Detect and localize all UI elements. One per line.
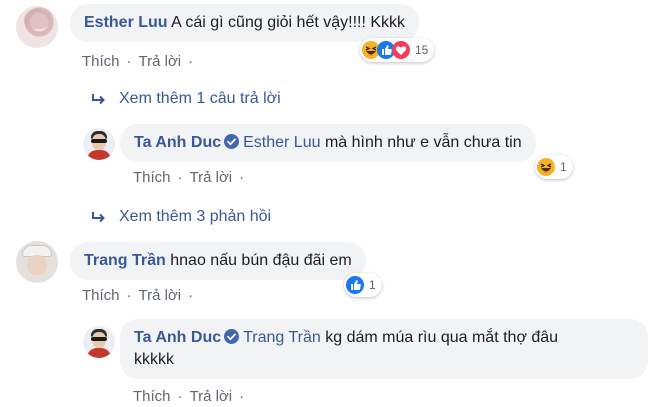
like-link[interactable]: Thích [133, 169, 171, 187]
like-link[interactable]: Thích [82, 53, 120, 71]
reply-link[interactable]: Trả lời [139, 287, 182, 305]
separator-dot: · [188, 53, 194, 70]
comment-actions: Thích · Trả lời · [82, 287, 200, 305]
reaction-count: 1 [369, 278, 376, 292]
reply-link[interactable]: Trả lời [190, 169, 233, 187]
like-link[interactable]: Thích [133, 388, 171, 406]
reply-actions: Thích · Trả lời · [133, 169, 251, 187]
reply-arrow-icon [92, 211, 105, 223]
tagged-user[interactable]: Trang Trần [243, 329, 321, 346]
comment-author[interactable]: Esther Luu [84, 14, 168, 31]
separator-dot: · [188, 287, 194, 304]
reply-bubble-ta-anh-duc: Ta Anh Duc Esther Luu mà hình như e vẫn c… [120, 124, 536, 162]
verified-badge-icon [224, 134, 240, 149]
separator-dot: · [239, 169, 245, 186]
reply-bubble-ta-anh-duc: Ta Anh Duc Trang Trần kg dám múa rìu qua … [120, 319, 648, 379]
reply-link[interactable]: Trả lời [190, 388, 233, 406]
reply-link[interactable]: Trả lời [139, 53, 182, 71]
avatar-trang-tran[interactable] [16, 241, 58, 283]
comment-bubble-trang: Trang Trần hnao nấu bún đậu đãi em [70, 242, 366, 280]
separator-dot: · [126, 287, 132, 304]
reply-arrow-icon [92, 93, 105, 105]
reactions-summary[interactable]: 1 [344, 273, 382, 297]
love-icon [392, 41, 410, 59]
reaction-count: 1 [560, 160, 567, 174]
verified-badge-icon [224, 329, 240, 344]
reaction-count: 15 [415, 43, 429, 57]
separator-dot: · [239, 388, 245, 405]
like-link[interactable]: Thích [82, 287, 120, 305]
avatar-ta-anh-duc[interactable] [83, 128, 115, 160]
separator-dot: · [126, 53, 132, 70]
see-more-replies[interactable]: Xem thêm 1 câu trả lời [91, 89, 281, 109]
avatar-esther-luu[interactable] [16, 6, 58, 48]
see-more-label: Xem thêm 1 câu trả lời [119, 90, 281, 107]
reply-author[interactable]: Ta Anh Duc [134, 329, 221, 346]
comment-text: hnao nấu bún đậu đãi em [170, 252, 352, 269]
separator-dot: · [177, 169, 183, 186]
reply-text: kg dám múa rìu qua mắt thợ đâu [325, 329, 559, 346]
reply-actions: Thích · Trả lời · [133, 388, 251, 406]
avatar-ta-anh-duc[interactable] [83, 326, 115, 358]
reply-author[interactable]: Ta Anh Duc [134, 134, 221, 151]
separator-dot: · [177, 388, 183, 405]
comment-bubble-esther: Esther Luu A cái gì cũng giỏi hết vậy!!!… [70, 4, 420, 42]
reply-reactions[interactable]: 1 [535, 155, 573, 179]
tagged-user[interactable]: Esther Luu [243, 134, 320, 151]
reply-text-continued: kkkkk [134, 351, 174, 368]
comment-author[interactable]: Trang Trần [84, 252, 166, 269]
reactions-summary[interactable]: 15 [360, 38, 435, 62]
like-icon [346, 276, 364, 294]
reply-text: mà hình như e vẫn chưa tin [324, 134, 522, 151]
see-more-replies[interactable]: Xem thêm 3 phản hồi [91, 207, 271, 227]
haha-icon [537, 158, 555, 176]
comment-text: A cái gì cũng giỏi hết vậy!!!! Kkkk [171, 14, 406, 31]
comment-actions: Thích · Trả lời · [82, 53, 200, 71]
see-more-label: Xem thêm 3 phản hồi [119, 208, 272, 225]
